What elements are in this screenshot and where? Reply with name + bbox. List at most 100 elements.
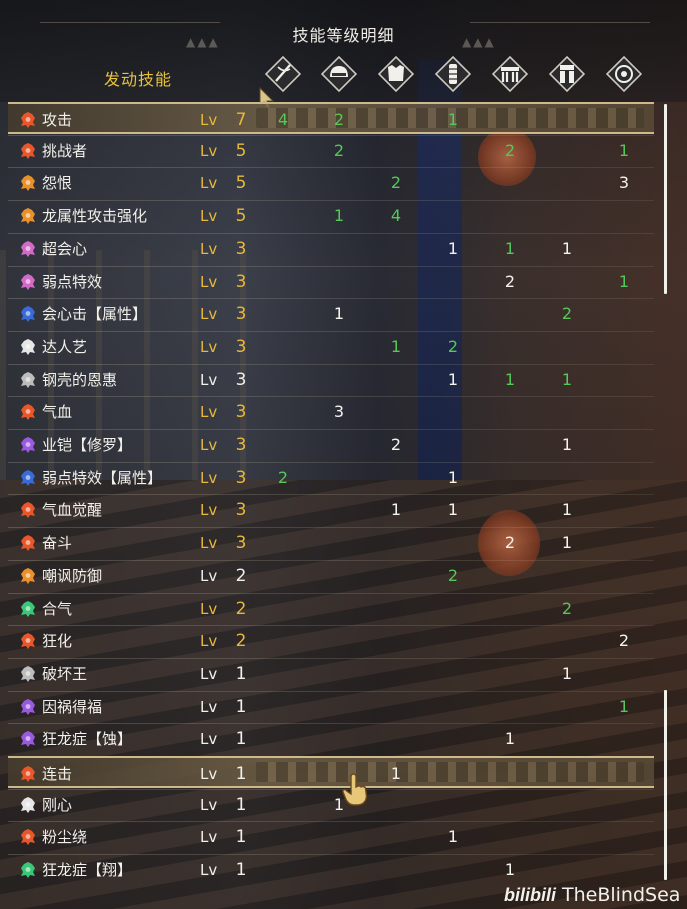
skill-icon <box>19 436 37 454</box>
skill-row[interactable]: 超会心 Lv 3 1 1 1 <box>8 233 654 265</box>
scrollbar-upper[interactable] <box>664 104 667 294</box>
level-prefix: Lv <box>200 272 218 291</box>
skill-points-talisman: 1 <box>618 140 630 160</box>
skill-name: 气血 <box>42 403 73 422</box>
skill-row[interactable]: 刚心 Lv 1 1 <box>8 789 654 821</box>
skill-row[interactable]: 会心击【属性】 Lv 3 1 2 <box>8 298 654 330</box>
skill-row[interactable]: 狂龙症【蚀】 Lv 1 1 <box>8 723 654 755</box>
level-prefix: Lv <box>200 403 218 422</box>
skill-icon <box>21 766 35 782</box>
level-prefix: Lv <box>200 141 218 160</box>
skill-level: 5 <box>235 140 247 161</box>
skill-points-arms: 2 <box>447 565 459 585</box>
skill-level: 2 <box>235 631 247 652</box>
skill-icon <box>21 338 35 355</box>
skill-level: 3 <box>235 304 247 325</box>
skill-icon <box>19 111 37 129</box>
skill-points-weapon: 2 <box>277 467 289 487</box>
skill-row[interactable]: 业铠【修罗】 Lv 3 2 1 <box>8 429 654 461</box>
skill-name: 狂化 <box>42 632 73 651</box>
skill-name: 奋斗 <box>42 534 73 553</box>
scrollbar-lower[interactable] <box>664 690 667 880</box>
skill-icon <box>21 273 35 290</box>
skill-row[interactable]: 怨恨 Lv 5 2 3 <box>8 167 654 199</box>
skill-name: 粉尘绕 <box>42 828 88 847</box>
helmet-icon <box>320 55 358 93</box>
skill-row[interactable]: 弱点特效【属性】 Lv 3 2 1 <box>8 462 654 494</box>
equipment-column-talisman[interactable] <box>605 55 643 93</box>
skill-points-talisman: 3 <box>618 173 630 193</box>
skill-icon <box>19 698 37 716</box>
level-prefix: Lv <box>200 664 218 683</box>
skill-row[interactable]: 因祸得福 Lv 1 1 <box>8 691 654 723</box>
skill-level: 1 <box>235 696 247 717</box>
level-prefix: Lv <box>200 599 218 618</box>
skill-points-talisman: 1 <box>618 696 630 716</box>
skill-name: 狂龙症【翔】 <box>42 861 133 880</box>
skill-row[interactable]: 连击 Lv 1 1 <box>8 756 654 788</box>
equipment-column-chest[interactable] <box>377 55 415 93</box>
skill-icon <box>19 730 37 748</box>
skill-row[interactable]: 弱点特效 Lv 3 2 1 <box>8 266 654 298</box>
equipment-column-arms[interactable] <box>434 55 472 93</box>
skill-icon <box>19 469 37 487</box>
skill-level: 3 <box>235 336 247 357</box>
level-prefix: Lv <box>200 468 218 487</box>
skill-icon <box>19 828 37 846</box>
watermark-text: TheBlindSea <box>562 884 681 906</box>
skill-icon <box>19 305 37 323</box>
skill-points-waist: 1 <box>504 729 516 749</box>
level-prefix: Lv <box>200 566 218 585</box>
skill-level: 1 <box>235 860 247 881</box>
skill-points-waist: 2 <box>504 140 516 160</box>
skill-points-legs: 1 <box>561 238 573 258</box>
skill-name: 嘲讽防御 <box>42 566 103 585</box>
skill-points-chest: 4 <box>390 206 402 226</box>
skill-level: 3 <box>235 369 247 390</box>
level-prefix: Lv <box>200 239 218 258</box>
skill-name: 钢壳的恩惠 <box>42 370 118 389</box>
skill-points-talisman: 2 <box>618 631 630 651</box>
skill-row[interactable]: 气血 Lv 3 3 <box>8 396 654 428</box>
skill-name: 弱点特效【属性】 <box>42 468 163 487</box>
bilibili-logo: bilibili <box>504 885 556 905</box>
skill-row[interactable]: 龙属性攻击强化 Lv 5 1 4 <box>8 200 654 232</box>
skill-points-talisman: 1 <box>618 271 630 291</box>
skill-level: 1 <box>235 827 247 848</box>
page-title: 技能等级明细 <box>292 26 395 45</box>
skill-row[interactable]: 达人艺 Lv 3 1 2 <box>8 331 654 363</box>
equipment-column-waist[interactable] <box>491 55 529 93</box>
skill-row[interactable]: 狂化 Lv 2 2 <box>8 625 654 657</box>
skill-points-arms: 1 <box>447 500 459 520</box>
skill-row[interactable]: 奋斗 Lv 3 2 1 <box>8 527 654 559</box>
skill-row[interactable]: 合气 Lv 2 2 <box>8 593 654 625</box>
hand-cursor-icon <box>342 773 368 806</box>
skill-icon <box>21 437 35 453</box>
skill-level: 1 <box>235 764 247 784</box>
skill-row[interactable]: 钢壳的恩惠 Lv 3 1 1 1 <box>8 364 654 396</box>
skill-level: 1 <box>235 729 247 750</box>
skill-row[interactable]: 破坏王 Lv 1 1 <box>8 658 654 690</box>
skill-row[interactable]: 气血觉醒 Lv 3 1 1 1 <box>8 494 654 526</box>
skill-level: 5 <box>235 206 247 227</box>
level-prefix: Lv <box>200 337 218 356</box>
skill-icon <box>19 207 37 225</box>
skill-row[interactable]: 挑战者 Lv 5 2 2 1 <box>8 135 654 167</box>
skill-row[interactable]: 嘲讽防御 Lv 2 2 <box>8 560 654 592</box>
skill-level: 3 <box>235 500 247 521</box>
skill-name: 破坏王 <box>42 664 88 683</box>
skill-icon <box>21 142 35 159</box>
equipment-column-head[interactable] <box>320 55 358 93</box>
skill-icon <box>21 208 35 225</box>
skill-row[interactable]: 攻击 Lv 7 4 2 1 <box>8 102 654 134</box>
level-prefix: Lv <box>200 534 218 553</box>
skill-icon <box>19 174 37 192</box>
skill-icon <box>21 665 35 682</box>
skill-icon <box>21 862 35 879</box>
skill-row[interactable]: 粉尘绕 Lv 1 1 <box>8 821 654 853</box>
skill-level: 2 <box>235 598 247 619</box>
skill-name: 会心击【属性】 <box>42 305 148 324</box>
equipment-column-legs[interactable] <box>548 55 586 93</box>
level-prefix: Lv <box>200 370 218 389</box>
skill-icon <box>19 861 37 879</box>
